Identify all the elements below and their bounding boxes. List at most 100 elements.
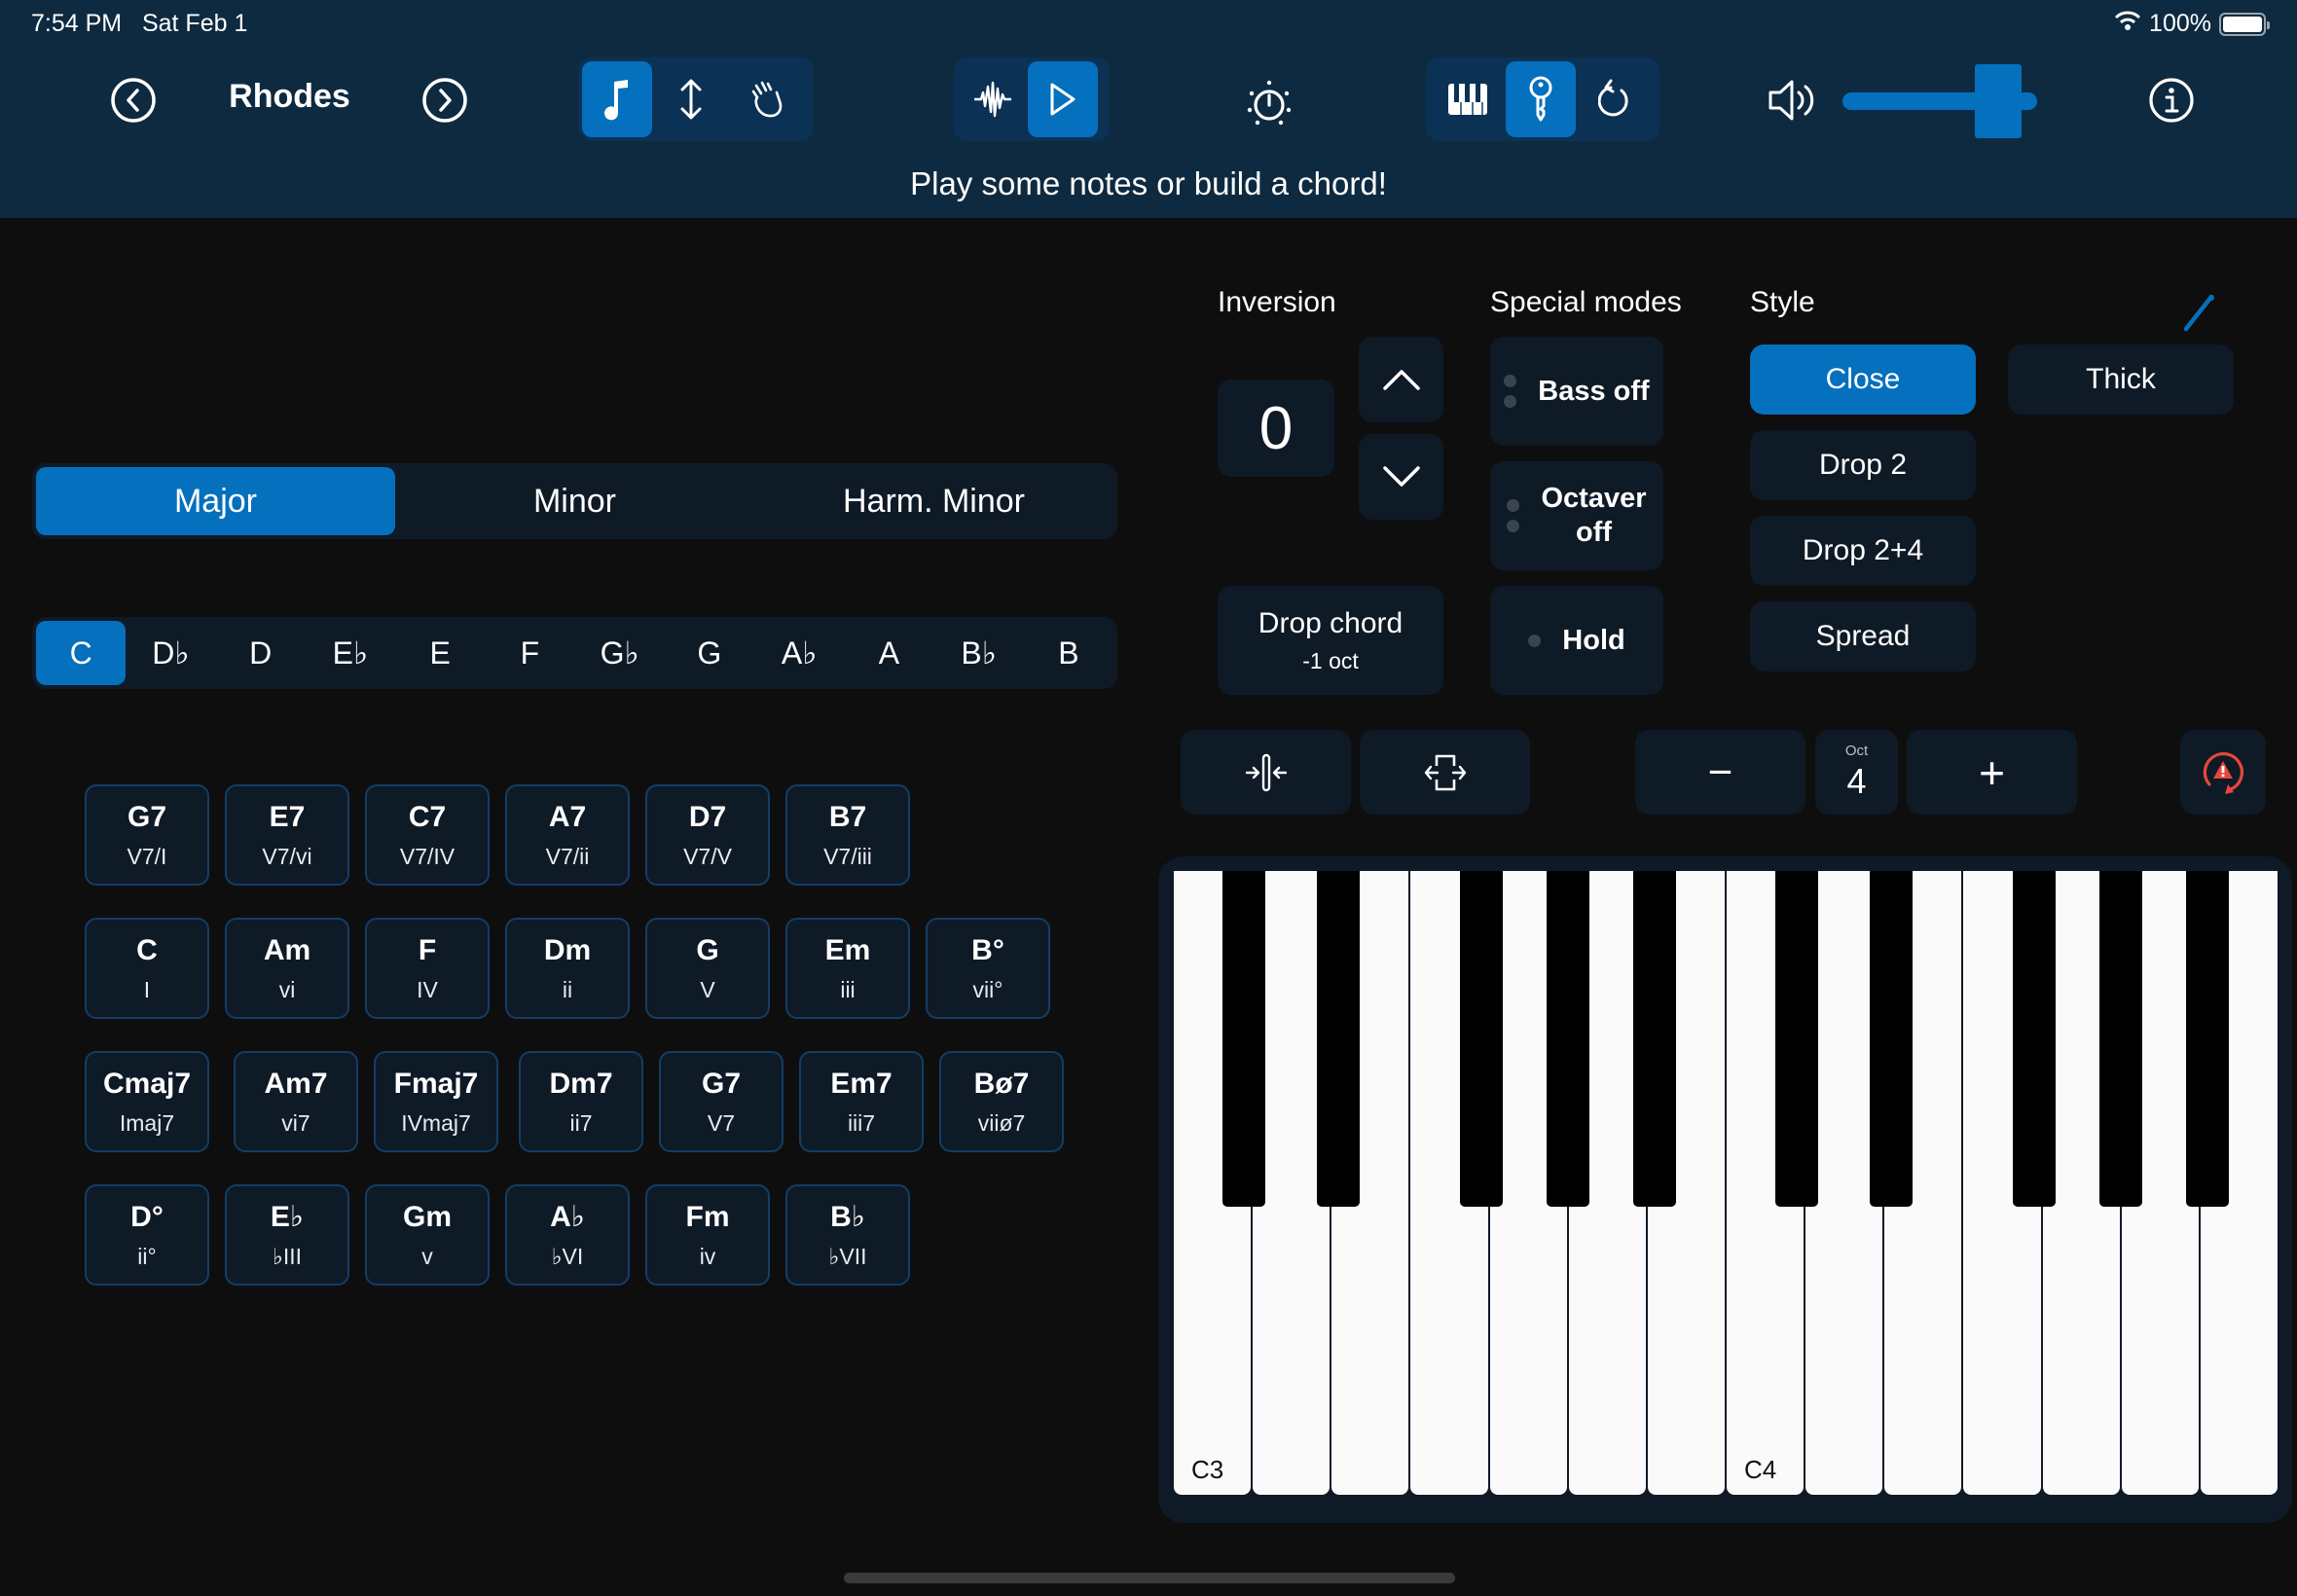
style-thick-button[interactable]: Thick [2008,345,2234,415]
status-indicators: 100% [2114,10,2270,38]
chord-button[interactable]: A♭ ♭VI [505,1184,630,1286]
chord-button[interactable]: B° vii° [926,918,1050,1019]
volume-slider[interactable] [1842,64,2037,138]
chord-roman-numeral: vi [278,976,296,1002]
chord-roman-numeral: V7/I [127,843,167,869]
chord-button[interactable]: F IV [365,918,490,1019]
chord-name: Dm7 [549,1067,613,1100]
key-lock-button[interactable] [1506,61,1576,137]
next-instrument-button[interactable] [420,76,469,125]
scale-option-harmonic-minor[interactable]: Harm. Minor [754,467,1113,535]
hold-toggle-button[interactable]: Hold [1490,586,1663,695]
chord-button[interactable]: Am7 vi7 [234,1051,358,1152]
chord-button[interactable]: Fm iv [645,1184,770,1286]
chord-button[interactable]: Em7 iii7 [799,1051,924,1152]
black-key[interactable] [2012,871,2056,1207]
chord-name: B♭ [830,1201,865,1233]
key-option[interactable]: D♭ [126,621,215,685]
chord-button[interactable]: Bø7 viiø7 [939,1051,1064,1152]
play-button[interactable] [1028,61,1098,137]
black-key[interactable] [2098,871,2142,1207]
chord-button[interactable]: E♭ ♭III [225,1184,349,1286]
key-option[interactable]: F [485,621,574,685]
compress-keys-button[interactable] [1181,730,1351,815]
black-key[interactable] [1546,871,1589,1207]
key-option[interactable]: G [665,621,754,685]
chord-roman-numeral: V7/IV [399,843,456,869]
chord-button[interactable]: B7 V7/iii [785,784,910,886]
black-key[interactable] [1459,871,1503,1207]
key-option[interactable]: A♭ [754,621,844,685]
metronome-icon [1247,80,1292,126]
black-key[interactable] [2185,871,2229,1207]
chord-button[interactable]: G7 V7 [659,1051,784,1152]
chord-button[interactable]: Cmaj7 Imaj7 [85,1051,209,1152]
black-key[interactable] [1317,871,1361,1207]
inversion-down-button[interactable] [1359,434,1443,520]
key-option[interactable]: A [844,621,933,685]
style-spread-button[interactable]: Spread [1750,601,1976,671]
chord-button[interactable]: Am vi [225,918,349,1019]
strum-mode-button[interactable] [652,61,730,137]
expand-keys-button[interactable] [1360,730,1530,815]
inversion-up-button[interactable] [1359,337,1443,422]
battery-icon [2219,12,2270,36]
key-option[interactable]: G♭ [575,621,665,685]
previous-instrument-button[interactable] [109,76,158,125]
panic-reset-button[interactable] [2180,730,2266,815]
undo-button[interactable] [1576,61,1654,137]
key-option[interactable]: C [36,621,127,685]
chord-button[interactable]: E7 V7/vi [225,784,349,886]
style-close-button[interactable]: Close [1750,345,1976,415]
chord-button[interactable]: D7 V7/V [645,784,770,886]
chord-button[interactable]: D° ii° [85,1184,209,1286]
style-drop2-button[interactable]: Drop 2 [1750,430,1976,500]
chord-button[interactable]: G7 V7/I [85,784,209,886]
black-key[interactable] [1222,871,1266,1207]
chord-button[interactable]: Fmaj7 IVmaj7 [374,1051,498,1152]
chord-button[interactable]: Gm v [365,1184,490,1286]
style-drop24-button[interactable]: Drop 2+4 [1750,516,1976,586]
key-option[interactable]: B♭ [934,621,1024,685]
toggle-indicator-icon [1504,375,1517,408]
metronome-button[interactable] [1242,76,1296,130]
chord-roman-numeral: V [700,976,715,1002]
key-option[interactable]: D [216,621,306,685]
gesture-mode-button[interactable] [730,61,808,137]
chord-button[interactable]: Dm ii [505,918,630,1019]
chord-button[interactable]: C7 V7/IV [365,784,490,886]
chord-roman-numeral: I [143,976,151,1002]
volume-slider-thumb[interactable] [1975,64,2022,138]
chord-button[interactable]: Em iii [785,918,910,1019]
note-mode-button[interactable] [582,61,652,137]
chord-roman-numeral: V7/vi [262,843,312,869]
key-option[interactable]: B [1024,621,1113,685]
bass-toggle-button[interactable]: Bass off [1490,337,1663,446]
chord-button[interactable]: B♭ ♭VII [785,1184,910,1286]
sound-wave-button[interactable] [958,61,1028,137]
drop-chord-button[interactable]: Drop chord -1 oct [1218,586,1443,695]
key-option[interactable]: E [395,621,485,685]
black-key[interactable] [1775,871,1819,1207]
scale-option-major[interactable]: Major [36,467,395,535]
info-button[interactable] [2145,74,2198,127]
chord-roman-numeral: Imaj7 [119,1109,175,1136]
piano-view-button[interactable] [1430,61,1506,137]
scale-option-minor[interactable]: Minor [395,467,754,535]
chord-roman-numeral: v [421,1243,433,1269]
chord-roman-numeral: IVmaj7 [401,1109,471,1136]
chord-button[interactable]: CI [85,918,209,1019]
black-key[interactable] [1632,871,1676,1207]
octave-down-button[interactable]: − [1635,730,1805,815]
home-indicator[interactable] [844,1573,1455,1583]
chord-button[interactable]: Dm7 ii7 [519,1051,643,1152]
key-option[interactable]: E♭ [306,621,395,685]
chord-button[interactable]: GV [645,918,770,1019]
octave-up-button[interactable]: + [1907,730,2077,815]
edit-style-button[interactable] [2180,294,2217,333]
mute-button[interactable] [1766,74,1820,127]
black-key[interactable] [1870,871,1914,1207]
chord-button[interactable]: A7 V7/ii [505,784,630,886]
chord-roman-numeral: vi7 [281,1109,310,1136]
octaver-toggle-button[interactable]: Octaver off [1490,461,1663,570]
